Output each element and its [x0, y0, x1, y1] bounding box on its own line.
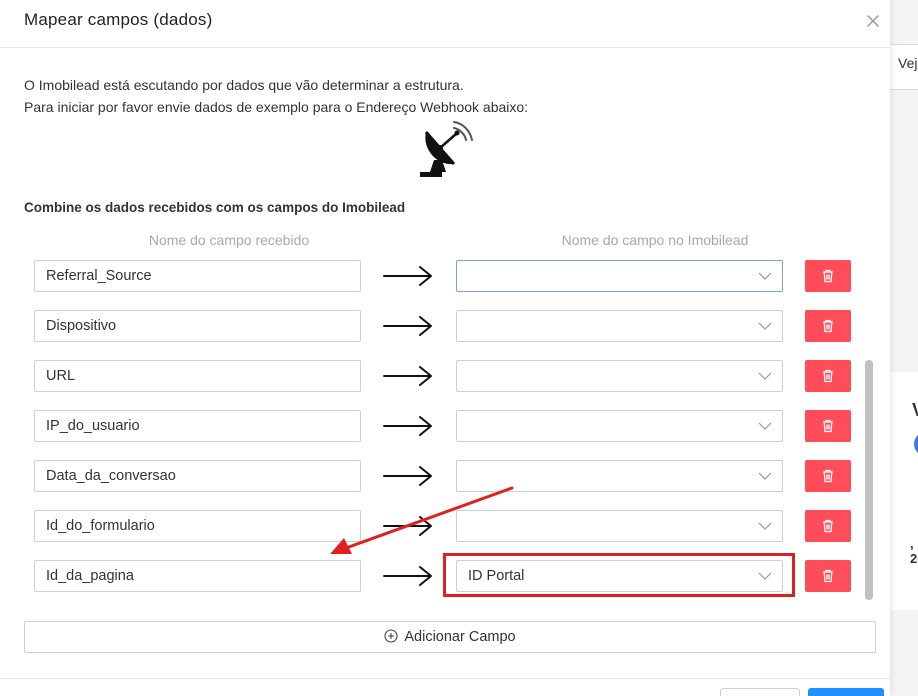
received-field-input[interactable]: Id_do_formulario [34, 510, 361, 542]
add-field-label: Adicionar Campo [404, 629, 516, 645]
mapping-row: Id_do_formulario [0, 508, 890, 544]
chevron-down-icon [758, 522, 772, 530]
arrow-right-icon [383, 416, 432, 436]
chevron-down-icon [758, 322, 772, 330]
background-page: Vej V , 20 [890, 0, 918, 696]
close-button[interactable] [862, 10, 884, 32]
plus-circle-icon [384, 629, 398, 643]
imobilead-field-select[interactable] [456, 260, 783, 292]
section-title: Combine os dados recebidos com os campos… [24, 200, 406, 215]
satellite-dish-icon [420, 121, 473, 177]
trash-icon [823, 569, 833, 583]
imobilead-field-select[interactable] [456, 510, 783, 542]
close-icon [867, 15, 879, 27]
footer-primary-button[interactable] [808, 688, 884, 696]
trash-icon [823, 269, 833, 283]
arrow-right-icon [383, 366, 432, 386]
map-fields-modal: Mapear campos (dados) O Imobilead está e… [0, 0, 890, 696]
intro-text: O Imobilead está escutando por dados que… [24, 74, 528, 118]
arrow-right-icon [383, 516, 432, 536]
intro-line-1: O Imobilead está escutando por dados que… [24, 77, 464, 93]
background-header-text: Vej [898, 55, 918, 71]
arrow-right-icon [383, 316, 432, 336]
arrow-right-icon [383, 266, 432, 286]
delete-row-button[interactable] [805, 310, 851, 342]
add-field-button[interactable]: Adicionar Campo [24, 621, 876, 653]
imobilead-field-select[interactable] [456, 360, 783, 392]
column-header-imobilead: Nome do campo no Imobilead [561, 232, 749, 248]
background-letter: V [912, 400, 918, 421]
chevron-down-icon [758, 422, 772, 430]
delete-row-button[interactable] [805, 260, 851, 292]
trash-icon [823, 369, 833, 383]
intro-line-2: Para iniciar por favor envie dados de ex… [24, 99, 529, 115]
mapping-row: Referral_Source [0, 258, 890, 294]
background-header: Vej [890, 44, 918, 90]
received-field-input[interactable]: Dispositivo [34, 310, 361, 342]
chevron-down-icon [758, 472, 772, 480]
delete-row-button[interactable] [805, 410, 851, 442]
arrow-right-icon [383, 466, 432, 486]
trash-icon [823, 469, 833, 483]
delete-row-button[interactable] [805, 460, 851, 492]
mapping-row: IP_do_usuario [0, 408, 890, 444]
mapping-row: Data_da_conversao [0, 458, 890, 494]
background-date: , 20 [910, 536, 918, 566]
received-field-input[interactable]: Id_da_pagina [34, 560, 361, 592]
modal-header: Mapear campos (dados) [0, 0, 890, 48]
received-field-input[interactable]: Referral_Source [34, 260, 361, 292]
modal-title: Mapear campos (dados) [24, 10, 213, 29]
received-field-input[interactable]: URL [34, 360, 361, 392]
footer-secondary-button[interactable] [720, 688, 800, 696]
footer-divider [0, 678, 890, 679]
chevron-down-icon [758, 572, 772, 580]
trash-icon [823, 319, 833, 333]
imobilead-field-select[interactable] [456, 310, 783, 342]
received-field-input[interactable]: IP_do_usuario [34, 410, 361, 442]
select-value: ID Portal [468, 568, 525, 584]
imobilead-field-select[interactable]: ID Portal [456, 560, 783, 592]
scrollbar-thumb[interactable] [865, 360, 873, 600]
arrow-right-icon [383, 566, 432, 586]
delete-row-button[interactable] [805, 360, 851, 392]
mapping-row: URL [0, 358, 890, 394]
received-field-input[interactable]: Data_da_conversao [34, 460, 361, 492]
delete-row-button[interactable] [805, 510, 851, 542]
imobilead-field-select[interactable] [456, 410, 783, 442]
column-header-received: Nome do campo recebido [148, 232, 310, 248]
mapping-row: Id_da_pagina ID Portal [0, 558, 890, 594]
delete-row-button[interactable] [805, 560, 851, 592]
chevron-down-icon [758, 272, 772, 280]
chevron-down-icon [758, 372, 772, 380]
trash-icon [823, 519, 833, 533]
mapping-row: Dispositivo [0, 308, 890, 344]
trash-icon [823, 419, 833, 433]
imobilead-field-select[interactable] [456, 460, 783, 492]
